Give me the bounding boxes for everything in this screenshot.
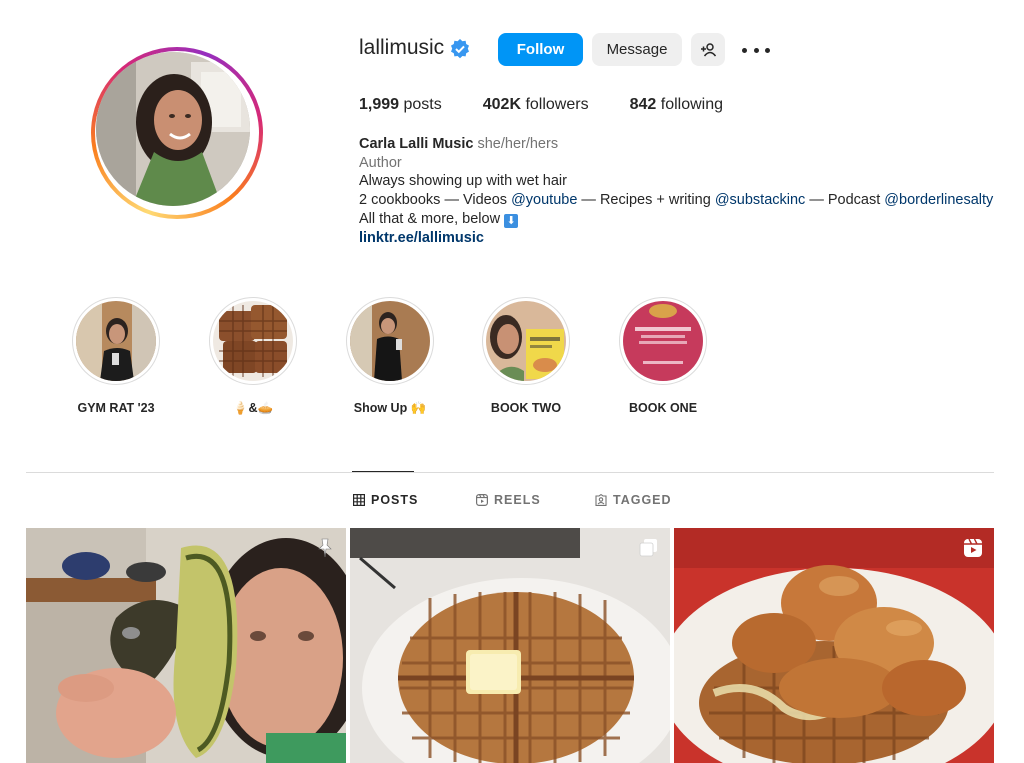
bio-text: — Podcast [805,192,885,209]
dot [742,47,747,53]
post-image-avocado [26,528,346,763]
highlight-label: Show Up 🙌 [353,401,427,415]
highlight-cover [76,301,156,381]
mention-borderlinesalty-link[interactable]: @borderlinesalty [884,192,993,208]
more-options-icon[interactable] [742,40,770,60]
bio-text: 2 cookbooks — Videos [359,192,512,209]
highlight-photo [76,301,156,381]
highlight-photo [623,301,703,381]
bio-link[interactable]: linktr.ee/lallimusic [359,229,999,248]
suggest-user-button[interactable] [691,33,725,66]
highlight-label: 🍦&🥧 [232,401,274,415]
bio-category: Author [359,154,402,171]
posts-count: 1,999 [359,96,400,113]
grid-icon [353,494,365,506]
active-tab-indicator [352,471,414,472]
posts-label: posts [403,96,442,113]
verified-badge-icon [451,39,469,59]
bio-line-3: All that & more, below ⬇ [359,210,999,229]
following-label: following [660,96,724,113]
post-tile[interactable] [350,528,670,763]
profile-username: lallimusic [359,36,445,59]
bio-text: — Recipes + writing [577,192,715,209]
tab-reels[interactable]: REELS [476,493,541,507]
highlight-ring [482,297,570,385]
posts-stat: 1,999 posts [359,96,442,114]
post-tile[interactable] [26,528,346,763]
tab-label: REELS [494,493,541,507]
mention-youtube-link[interactable]: @youtube [511,192,577,208]
tagged-icon [595,494,607,506]
highlight-label: BOOK ONE [628,401,698,415]
highlight-treats[interactable]: 🍦&🥧 [208,297,298,416]
highlight-show-up[interactable]: Show Up 🙌 [345,297,435,416]
highlight-label: BOOK TWO [490,401,562,415]
bio-name-line: Carla Lalli Music she/her/hers [359,135,999,154]
highlight-ring [72,297,160,385]
tab-label: POSTS [371,493,419,507]
followers-label: followers [525,96,589,113]
highlight-ring [619,297,707,385]
reels-icon [476,494,488,506]
profile-stats: 1,999 posts 402K followers 842 following [359,96,764,114]
profile-bio: Carla Lalli Music she/her/hers Author Al… [359,135,999,247]
mention-substack-link[interactable]: @substackinc [715,192,805,208]
reel-icon [964,538,982,557]
following-count: 842 [629,96,657,113]
bio-full-name: Carla Lalli Music [359,136,474,152]
highlight-cover [213,301,293,381]
post-tile[interactable] [674,528,994,763]
avatar-photo [96,52,250,206]
bio-pronouns: she/her/hers [477,136,559,152]
followers-count: 402K [482,96,521,113]
following-stat[interactable]: 842 following [630,96,723,114]
tab-label: TAGGED [613,493,672,507]
dot [765,47,770,53]
pin-icon [318,538,332,558]
post-image-waffle [350,528,670,763]
add-person-icon [701,42,716,56]
tabs-divider [26,472,994,473]
tab-posts[interactable]: POSTS [353,493,418,507]
highlight-cover [623,301,703,381]
profile-avatar-ring[interactable] [91,47,263,219]
highlight-cover [350,301,430,381]
follow-button[interactable]: Follow [498,33,583,66]
followers-stat[interactable]: 402K followers [483,96,589,114]
bio-text: All that & more, below [359,210,501,227]
bio-line-1: Always showing up with wet hair [359,173,567,190]
highlight-cover [486,301,566,381]
post-image-chicken-waffles [674,528,994,763]
avatar[interactable] [96,52,250,206]
dot [753,47,759,53]
highlight-gym-rat[interactable]: GYM RAT '23 [71,297,161,415]
highlight-photo [486,301,566,381]
carousel-icon [639,539,657,557]
message-button[interactable]: Message [592,33,682,66]
highlight-ring [209,297,297,385]
tab-tagged[interactable]: TAGGED [595,493,672,507]
down-arrow-emoji-icon: ⬇ [504,213,519,228]
highlight-book-one[interactable]: BOOK ONE [618,297,708,415]
highlight-ring [346,297,434,385]
bio-line-2: 2 cookbooks — Videos @youtube — Recipes … [359,191,999,210]
highlight-label: GYM RAT '23 [77,401,155,415]
highlight-book-two[interactable]: BOOK TWO [481,297,571,415]
highlight-photo [213,301,293,381]
highlight-photo [350,301,430,381]
